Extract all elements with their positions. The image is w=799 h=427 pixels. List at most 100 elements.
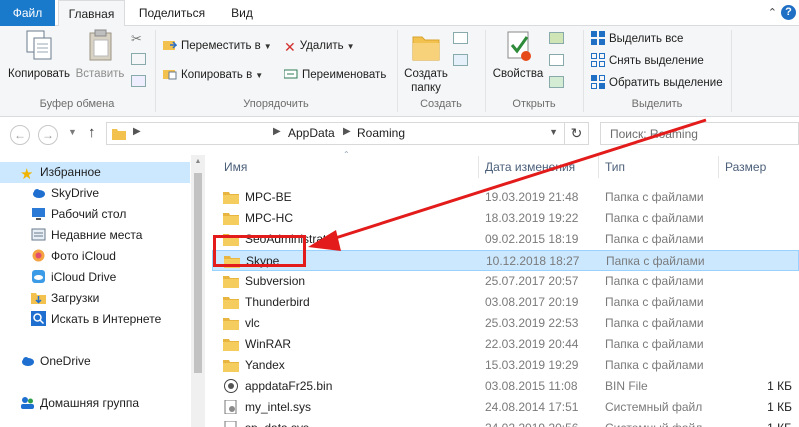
delete-x-icon: ✕ [284, 39, 296, 55]
copy-button[interactable]: Копировать [6, 28, 72, 81]
breadcrumb-roaming[interactable]: Roaming [357, 126, 405, 140]
file-row[interactable]: Yandex 15.03.2019 19:29 Папка с файлами [212, 355, 799, 376]
breadcrumb-appdata[interactable]: AppData [288, 126, 335, 140]
clipboard-icon [89, 29, 112, 61]
file-row[interactable]: my_intel.sys 24.08.2014 17:51 Системный фа… [212, 397, 799, 418]
file-type: Папка с файлами [605, 316, 704, 330]
new-folder-button[interactable]: Создать папку [402, 28, 450, 95]
file-row[interactable]: MPC-BE 19.03.2019 21:48 Папка с файлами [212, 187, 799, 208]
history-icon[interactable] [549, 76, 564, 88]
file-date: 24.02.2019 20:56 [485, 418, 578, 427]
move-folder-icon [163, 41, 177, 50]
scrollbar-thumb[interactable] [194, 173, 202, 373]
file-row[interactable]: vlc 25.03.2019 22:53 Папка с файлами [212, 313, 799, 334]
file-type: Папка с файлами [605, 358, 704, 372]
breadcrumb-chevron-icon[interactable]: ▶ [273, 126, 281, 137]
tab-view[interactable]: Вид [222, 0, 262, 26]
select-all-button[interactable]: Выделить все [591, 30, 683, 48]
file-date: 03.08.2017 20:19 [485, 295, 579, 309]
column-header-date[interactable]: Дата изменения [485, 160, 575, 182]
sidebar-item-favorites[interactable]: ★ Избранное [0, 162, 190, 183]
collapse-ribbon-icon[interactable]: ⌃ [768, 6, 777, 19]
navigation-bar: ← → ▼ ↑ ▶ ▶ AppData ▶ Roaming ▼ ↻ Поиск:… [0, 118, 799, 150]
tab-home[interactable]: Главная [58, 0, 125, 27]
file-type: Папка с файлами [605, 274, 704, 288]
dropdown-arrow-icon: ▼ [263, 42, 272, 51]
breadcrumb-chevron-icon[interactable]: ▶ [343, 126, 351, 137]
sidebar-item-skydrive[interactable]: SkyDrive [0, 183, 190, 204]
edit-icon[interactable] [549, 54, 564, 66]
file-type: Системный файл [605, 418, 702, 427]
address-bar[interactable]: ▶ ▶ AppData ▶ Roaming ▼ [106, 122, 565, 145]
onedrive-icon [22, 357, 34, 366]
scroll-up-icon[interactable]: ▲ [191, 158, 205, 165]
search-input[interactable]: Поиск: Roaming [600, 122, 799, 145]
select-none-label: Снять выделение [609, 55, 704, 67]
column-header-size[interactable]: Размер [725, 160, 766, 182]
select-none-button[interactable]: Снять выделение [591, 52, 704, 70]
sidebar-item-homegroup[interactable]: Домашняя группа [0, 393, 190, 414]
file-type: Папка с файлами [605, 190, 704, 204]
tab-file[interactable]: Файл [0, 0, 55, 26]
refresh-button[interactable]: ↻ [565, 122, 589, 145]
sidebar-item-downloads[interactable]: Загрузки [0, 288, 190, 309]
column-divider[interactable] [478, 156, 479, 178]
recent-places-icon [31, 228, 46, 241]
delete-button[interactable]: ✕ Удалить ▼ [284, 37, 355, 55]
column-header-name[interactable]: Имя [224, 160, 247, 182]
new-item-icon[interactable] [453, 32, 468, 44]
file-row[interactable]: appdataFr25.bin 03.08.2015 11:08 BIN File 1… [212, 376, 799, 397]
sidebar-item-onedrive[interactable]: OneDrive [0, 351, 190, 372]
easy-access-icon[interactable] [453, 54, 468, 66]
select-group-label: Выделить [631, 98, 683, 110]
invert-selection-button[interactable]: Обратить выделение [591, 74, 723, 92]
paste-button[interactable]: Вставить [75, 28, 125, 81]
copy-path-icon[interactable] [131, 53, 146, 65]
back-button[interactable]: ← [10, 125, 30, 145]
sidebar-item-recent-places[interactable]: Недавние места [0, 225, 190, 246]
column-divider[interactable] [598, 156, 599, 178]
sidebar-item-web-search[interactable]: Искать в Интернете [0, 309, 190, 330]
copy-to-label: Копировать в [181, 69, 253, 81]
copy-to-button[interactable]: Копировать в ▼ [163, 66, 263, 84]
sidebar-item-icloud-drive[interactable]: iCloud Drive [0, 267, 190, 288]
file-row[interactable]: WinRAR 22.03.2019 20:44 Папка с файлами [212, 334, 799, 355]
invert-selection-icon [591, 75, 605, 89]
paste-shortcut-icon[interactable] [131, 75, 146, 87]
copy-folder-icon [163, 70, 177, 80]
file-date: 10.12.2018 18:27 [486, 254, 580, 268]
address-dropdown-icon[interactable]: ▼ [549, 127, 558, 137]
sidebar-item-label: iCloud Drive [51, 270, 117, 284]
tab-share[interactable]: Поделиться [132, 0, 212, 26]
properties-button[interactable]: Свойства [490, 28, 546, 81]
sidebar-item-label: Домашняя группа [40, 396, 140, 410]
system-file-icon [224, 400, 237, 414]
file-row[interactable]: MPC-HC 18.03.2019 19:22 Папка с файлами [212, 208, 799, 229]
file-row[interactable]: Subversion 25.07.2017 20:57 Папка с файлам… [212, 271, 799, 292]
file-date: 24.08.2014 17:51 [485, 400, 579, 414]
sidebar-item-icloud-photos[interactable]: Фото iCloud [0, 246, 190, 267]
sort-caret-icon: ⌃ [343, 150, 350, 159]
sidebar-item-label: OneDrive [40, 354, 91, 368]
annotation-highlight-box [213, 235, 306, 267]
sidebar-item-desktop[interactable]: Рабочий стол [0, 204, 190, 225]
rename-button[interactable]: Переименовать [284, 66, 386, 84]
folder-icon [223, 318, 239, 330]
move-to-button[interactable]: Переместить в ▼ [163, 37, 272, 55]
column-divider[interactable] [718, 156, 719, 178]
file-row[interactable]: Thunderbird 03.08.2017 20:19 Папка с файла… [212, 292, 799, 313]
nav-pane-scrollbar[interactable]: ▲ [191, 155, 205, 427]
help-icon[interactable]: ? [781, 5, 796, 20]
cut-icon[interactable]: ✂ [131, 31, 142, 47]
column-header-type[interactable]: Тип [605, 160, 625, 182]
forward-button[interactable]: → [38, 125, 58, 145]
open-icon[interactable] [549, 32, 564, 44]
up-button[interactable]: ↑ [88, 124, 96, 141]
new-group-label: Создать [420, 98, 462, 110]
breadcrumb-chevron-icon[interactable]: ▶ [133, 126, 141, 137]
folder-icon [223, 360, 239, 372]
file-row[interactable]: sp_data.sys 24.02.2019 20:56 Системный фай… [212, 418, 799, 427]
file-name: appdataFr25.bin [245, 379, 333, 393]
ribbon-tab-bar: Файл Главная Поделиться Вид ⌃ ? [0, 0, 799, 27]
recent-locations-icon[interactable]: ▼ [68, 127, 77, 137]
